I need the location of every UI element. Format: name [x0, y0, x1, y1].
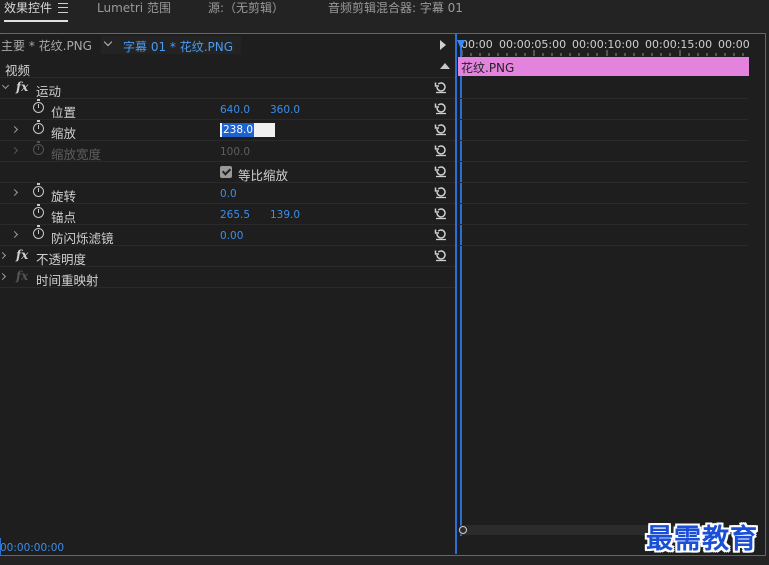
current-timecode[interactable]: 00:00:00:00: [0, 542, 64, 554]
collapse-up-icon[interactable]: [440, 63, 450, 69]
effect-time-remapping[interactable]: fx 时间重映射: [0, 267, 455, 288]
section-video: 视频: [0, 57, 455, 78]
chevron-right-icon[interactable]: [0, 251, 7, 260]
fx-icon[interactable]: fx: [16, 248, 28, 262]
anti-flicker-value[interactable]: 0.00: [220, 230, 243, 242]
property-label: 位置: [51, 105, 77, 120]
tab-effect-controls[interactable]: 效果控件: [4, 0, 69, 22]
scale-input[interactable]: 238.0: [220, 123, 275, 137]
property-scale[interactable]: 缩放 238.0: [0, 120, 455, 141]
anchor-y-value[interactable]: 139.0: [270, 209, 300, 221]
stopwatch-icon[interactable]: [33, 225, 44, 239]
stopwatch-icon: [33, 141, 44, 155]
effect-opacity[interactable]: fx 不透明度: [0, 246, 455, 267]
rotation-value[interactable]: 0.0: [220, 188, 237, 200]
scale-input-value: 238.0: [222, 123, 255, 137]
master-clip-label[interactable]: 主要 * 花纹.PNG: [1, 37, 92, 54]
watermark-logo: 最需教育: [646, 524, 758, 555]
chevron-right-icon: [10, 146, 19, 155]
panel-menu-icon[interactable]: [58, 2, 69, 13]
property-scale-width: 缩放宽度 100.0: [0, 141, 455, 162]
timeline-row: [458, 204, 748, 225]
chevron-right-icon[interactable]: [10, 125, 19, 134]
stopwatch-icon[interactable]: [33, 204, 44, 218]
pane-divider[interactable]: [455, 34, 457, 554]
property-anchor-point[interactable]: 锚点 265.5 139.0: [0, 204, 455, 225]
property-label: 旋转: [51, 189, 77, 204]
uniform-scale-label: 等比缩放: [238, 168, 289, 183]
stopwatch-icon[interactable]: [33, 183, 44, 197]
property-label: 锚点: [51, 210, 77, 225]
property-rotation[interactable]: 旋转 0.0: [0, 183, 455, 204]
timeline-row: [458, 225, 748, 246]
stopwatch-icon[interactable]: [33, 99, 44, 113]
clip-name: 花纹.PNG: [461, 61, 515, 75]
time-ruler[interactable]: [457, 50, 751, 56]
scale-width-value: 100.0: [220, 146, 251, 158]
effect-label: 运动: [36, 84, 62, 99]
chevron-right-icon[interactable]: [0, 272, 7, 281]
anchor-x-value[interactable]: 265.5: [220, 209, 250, 221]
panel-tab-bar: 效果控件 Lumetri 范围 源:（无剪辑） 音频剪辑混合器: 字幕 01: [0, 0, 769, 22]
reset-icon[interactable]: [434, 122, 448, 136]
clip-selector-label: 字幕 01 * 花纹.PNG: [123, 40, 234, 54]
bottom-strip: [0, 556, 769, 565]
timeline-row: [458, 120, 748, 141]
property-uniform-scale[interactable]: 等比缩放: [0, 162, 455, 183]
timeline-row: [458, 162, 748, 183]
property-position[interactable]: 位置 640.0 360.0: [0, 99, 455, 120]
effect-label: 时间重映射: [36, 273, 99, 288]
reset-icon[interactable]: [434, 206, 448, 220]
chevron-right-icon[interactable]: [10, 188, 19, 197]
section-label: 视频: [5, 63, 31, 78]
scrollbar-handle[interactable]: [459, 526, 467, 534]
fx-icon[interactable]: fx: [16, 80, 28, 94]
reset-icon[interactable]: [434, 80, 448, 94]
tab-audio-clip-mixer[interactable]: 音频剪辑混合器: 字幕 01: [328, 0, 463, 20]
uniform-scale-checkbox[interactable]: [220, 166, 232, 178]
chevron-down-icon[interactable]: [1, 81, 10, 90]
tab-label: 效果控件: [4, 1, 53, 15]
timeline-clip[interactable]: 花纹.PNG: [458, 57, 749, 76]
reset-icon[interactable]: [434, 143, 448, 157]
fx-icon: fx: [16, 269, 29, 283]
position-x-value[interactable]: 640.0: [220, 104, 250, 116]
tab-lumetri-scopes[interactable]: Lumetri 范围: [97, 0, 171, 20]
property-label: 缩放: [51, 126, 77, 141]
effect-motion[interactable]: fx 运动: [0, 78, 455, 99]
reset-icon[interactable]: [434, 164, 448, 178]
playhead-handle[interactable]: [457, 40, 465, 49]
reset-icon[interactable]: [434, 227, 448, 241]
stopwatch-icon[interactable]: [33, 120, 44, 134]
effect-label: 不透明度: [36, 252, 87, 267]
tab-source[interactable]: 源:（无剪辑）: [208, 0, 284, 20]
chevron-down-icon: [103, 37, 113, 47]
reset-icon[interactable]: [434, 248, 448, 262]
position-y-value[interactable]: 360.0: [270, 104, 300, 116]
timeline-row: [458, 78, 748, 99]
timeline-row: [458, 183, 748, 204]
timeline-row: [458, 99, 748, 120]
chevron-right-icon[interactable]: [10, 230, 19, 239]
timeline-row: [458, 141, 748, 162]
property-label: 缩放宽度: [51, 147, 102, 162]
play-triangle-icon[interactable]: [440, 40, 446, 50]
reset-icon[interactable]: [434, 101, 448, 115]
property-anti-flicker[interactable]: 防闪烁滤镜 0.00: [0, 225, 455, 246]
property-label: 防闪烁滤镜: [51, 231, 114, 246]
reset-icon[interactable]: [434, 185, 448, 199]
